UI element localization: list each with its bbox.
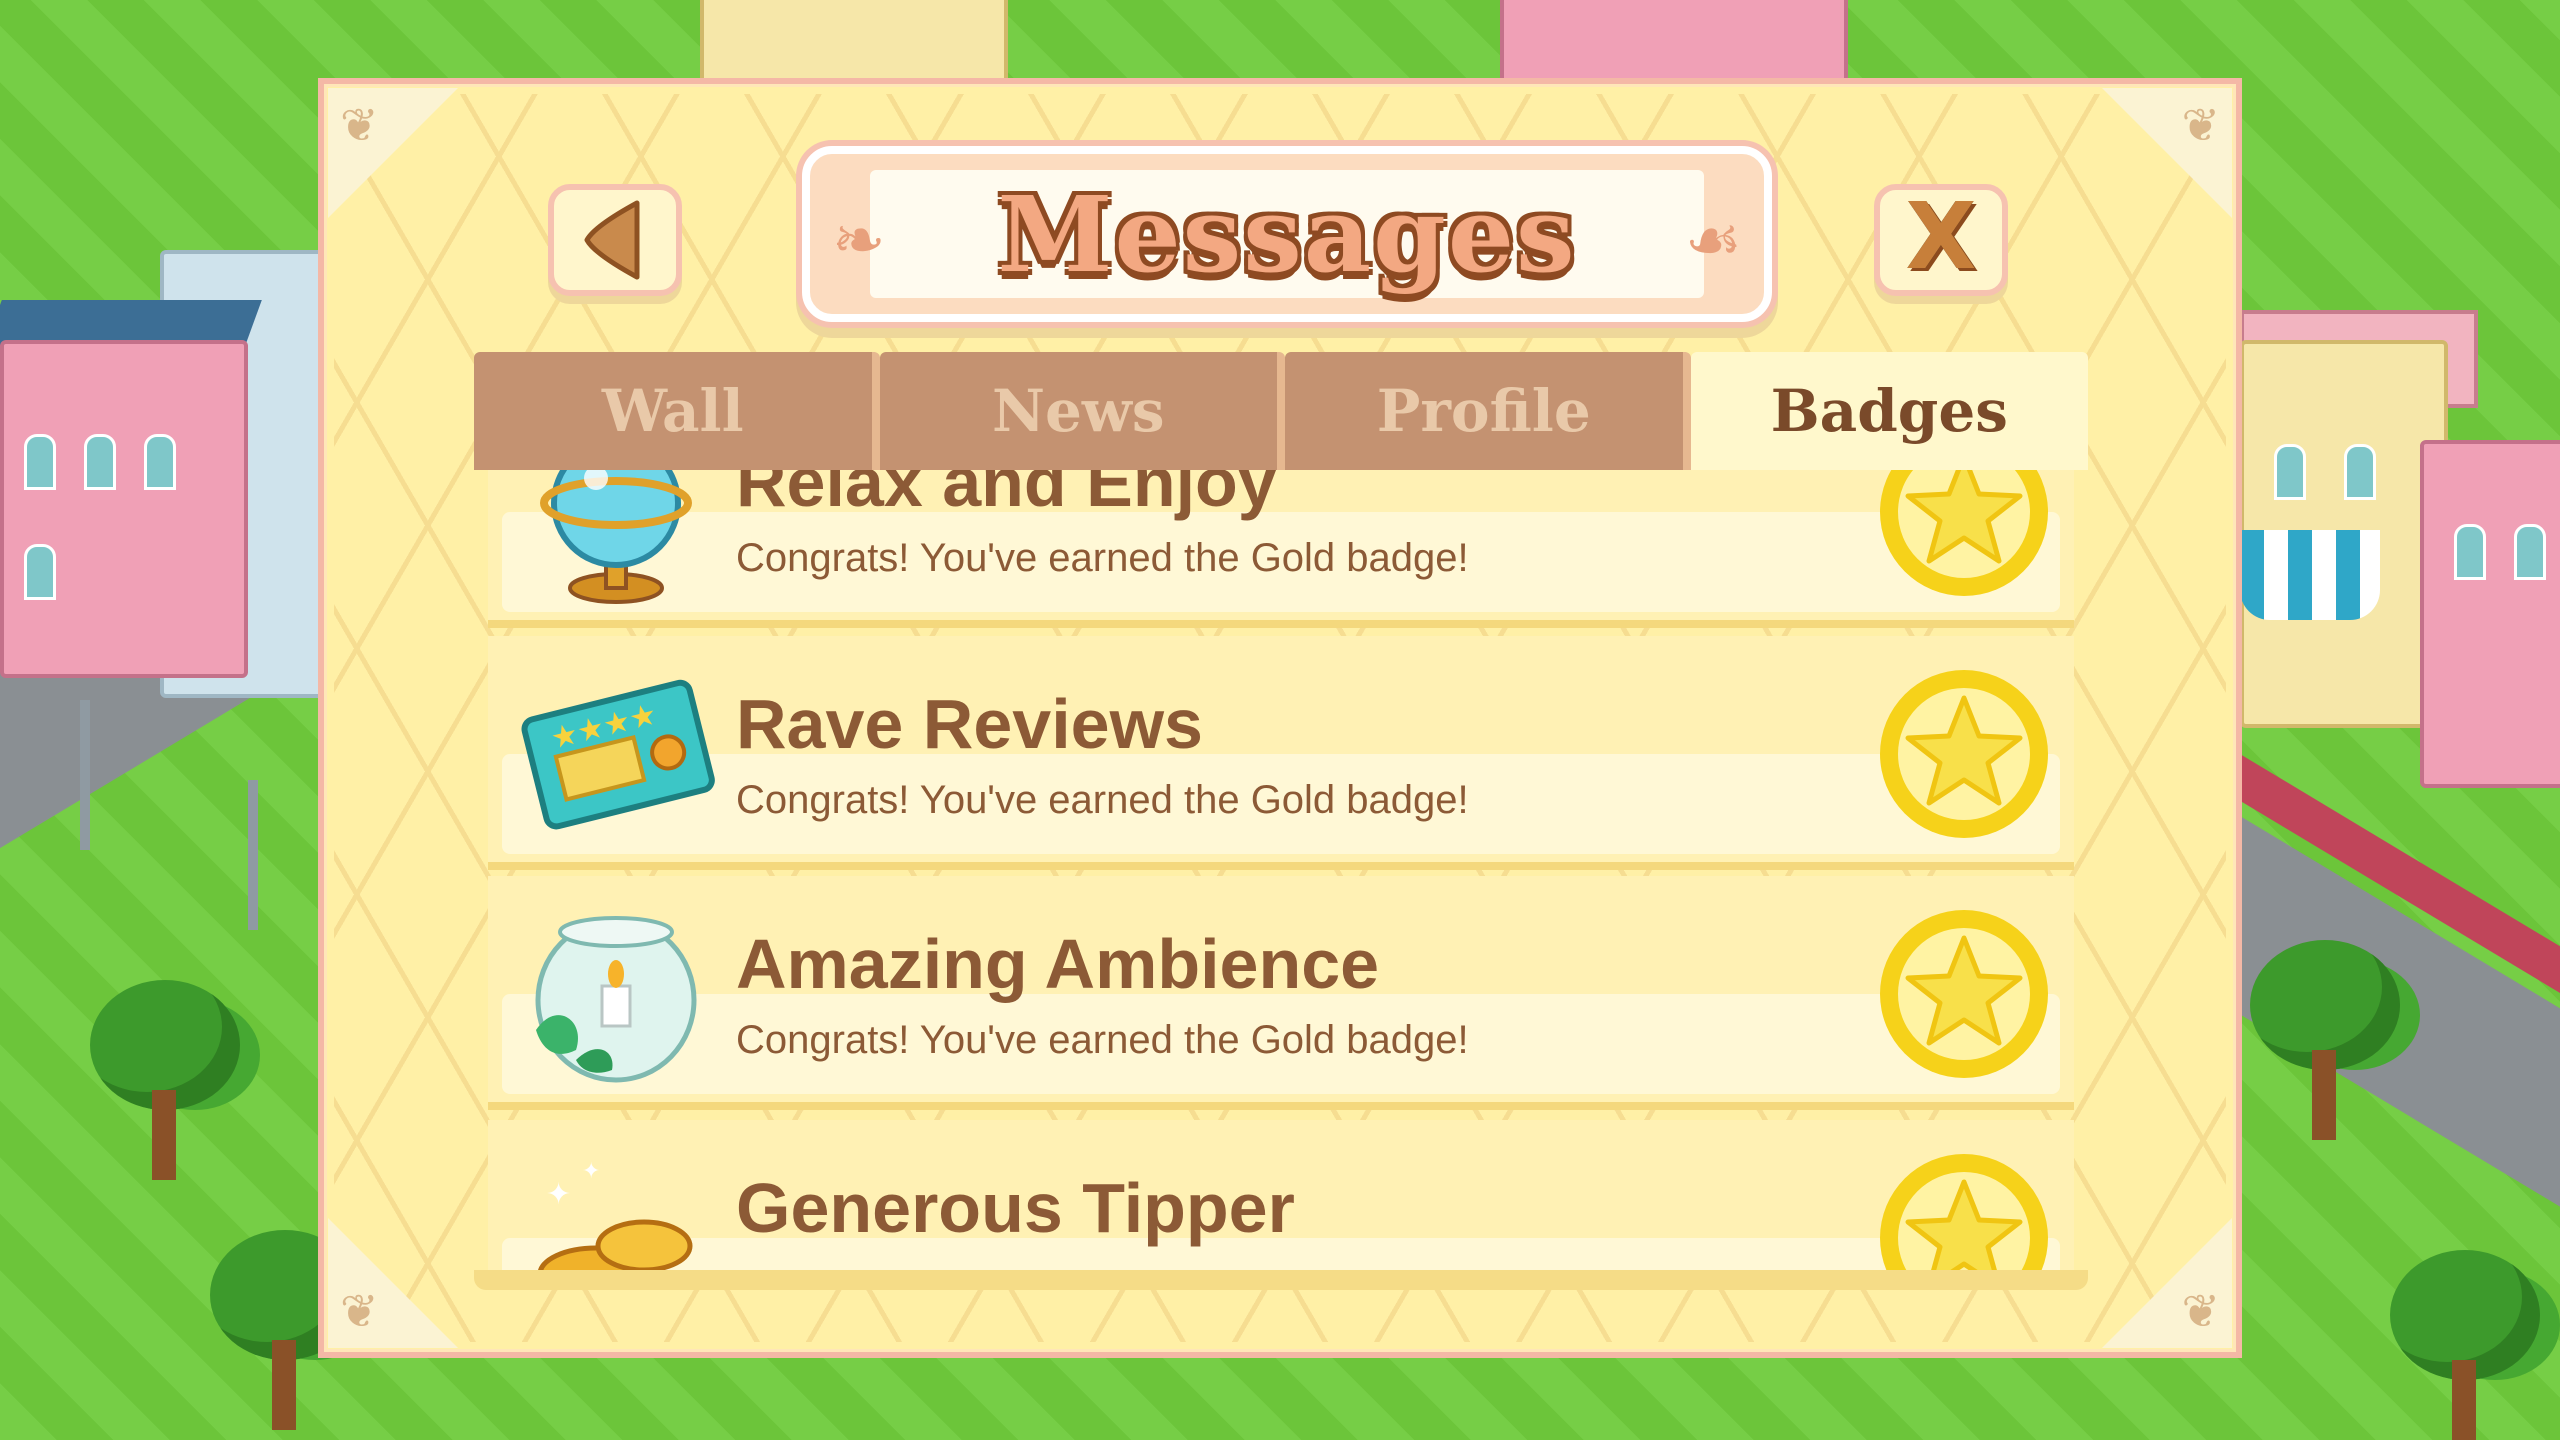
window — [24, 544, 56, 600]
review-card-icon: ★★★★ — [521, 679, 715, 830]
tab-profile[interactable]: Profile — [1285, 352, 1691, 470]
swirl-ornament-icon: ❦ — [2181, 98, 2220, 152]
badge-description: Congrats! You've earned the Gold badge! — [736, 536, 1469, 580]
tab-badges[interactable]: Badges — [1690, 352, 2088, 470]
flourish-ornament-icon: ❧ — [832, 204, 886, 278]
list-bottom-edge — [474, 1270, 2088, 1290]
tab-news[interactable]: News — [879, 352, 1285, 470]
title-plate: ❧ Messages ☙ — [802, 146, 1772, 322]
badge-title: Relax and Enjoy — [736, 470, 1277, 521]
globe-lamp-icon — [540, 470, 692, 604]
list-item[interactable]: Relax and Enjoy Congrats! You've earned … — [488, 470, 2074, 628]
swirl-ornament-icon: ❦ — [340, 1284, 379, 1338]
close-button[interactable]: X — [1874, 184, 2008, 296]
gold-star-badge-icon — [1880, 1154, 2048, 1274]
street-lamp — [248, 780, 258, 930]
street-lamp — [80, 700, 90, 850]
list-item[interactable]: ✦ ✦ Generous Tipper — [488, 1120, 2074, 1274]
close-icon: X — [1905, 183, 1977, 290]
back-button[interactable] — [548, 184, 682, 296]
swirl-ornament-icon: ❦ — [340, 98, 379, 152]
swirl-ornament-icon: ❦ — [2181, 1284, 2220, 1338]
list-item[interactable]: Amazing Ambience Congrats! You've earned… — [488, 876, 2074, 1110]
window — [2454, 524, 2486, 580]
badge-description: Congrats! You've earned the Gold badge! — [736, 778, 1469, 822]
building — [0, 340, 248, 678]
building — [2420, 440, 2560, 788]
svg-text:✦: ✦ — [582, 1159, 600, 1184]
tab-bar: Wall News Profile Badges — [474, 352, 2088, 470]
badge-title: Rave Reviews — [736, 685, 1203, 763]
window — [2274, 444, 2306, 500]
flourish-ornament-icon: ☙ — [1684, 204, 1742, 278]
window — [24, 434, 56, 490]
list-item[interactable]: ★★★★ Rave Reviews Congrats! You've earne… — [488, 636, 2074, 870]
window — [144, 434, 176, 490]
badge-description: Congrats! You've earned the Gold badge! — [736, 1018, 1469, 1062]
gold-star-badge-icon — [1880, 470, 2048, 596]
window — [2344, 444, 2376, 500]
arrow-left-icon — [584, 200, 640, 280]
tab-wall[interactable]: Wall — [474, 352, 880, 470]
shop-awning — [2240, 530, 2380, 620]
badge-list[interactable]: Relax and Enjoy Congrats! You've earned … — [474, 470, 2088, 1274]
messages-dialog: ❦ ❦ ❦ ❦ ❧ Messages ☙ X Wall News Profile… — [318, 78, 2242, 1358]
svg-text:✦: ✦ — [546, 1177, 571, 1212]
window — [84, 434, 116, 490]
window — [2514, 524, 2546, 580]
badge-title: Generous Tipper — [736, 1169, 1295, 1247]
gold-star-badge-icon — [1880, 670, 2048, 838]
gold-coins-icon: ✦ ✦ — [537, 1159, 693, 1274]
candle-bowl-icon — [535, 916, 697, 1083]
gold-star-badge-icon — [1880, 910, 2048, 1078]
badge-title: Amazing Ambience — [736, 925, 1380, 1003]
dialog-title: Messages — [997, 172, 1577, 296]
